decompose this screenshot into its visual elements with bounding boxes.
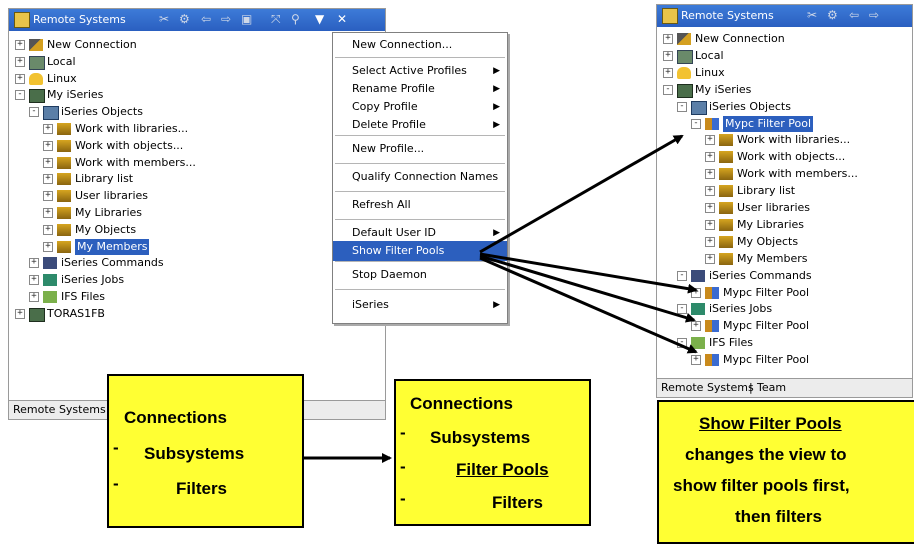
- arrow-to-objects-pool: [479, 134, 684, 254]
- arrow-to-jobs-pool: [479, 254, 696, 323]
- annotation-arrows: [304, 134, 698, 463]
